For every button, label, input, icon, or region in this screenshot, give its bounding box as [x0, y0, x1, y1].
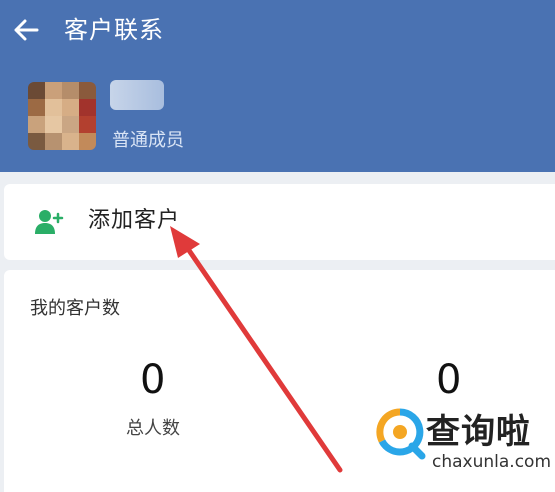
avatar	[28, 82, 96, 150]
add-customer-label: 添加客户	[88, 208, 181, 233]
watermark: 查询啦 chaxunla.com	[368, 398, 555, 492]
stats-title: 我的客户数	[30, 298, 120, 319]
watermark-url: chaxunla.com	[432, 452, 551, 472]
watermark-title: 查询啦	[426, 412, 531, 452]
member-role: 普通成员	[112, 130, 184, 151]
search-logo-icon	[376, 408, 428, 464]
add-person-icon	[34, 208, 64, 240]
user-name-blurred	[110, 80, 164, 110]
app-header: 客户联系 普通成员	[0, 0, 555, 172]
second-count-value: 0	[436, 357, 462, 403]
total-count-value: 0	[140, 357, 166, 403]
back-button[interactable]	[8, 14, 44, 46]
back-arrow-icon	[14, 19, 39, 41]
add-customer-item[interactable]: 添加客户	[4, 184, 555, 260]
total-count-label: 总人数	[126, 418, 180, 439]
page-title: 客户联系	[64, 16, 164, 44]
